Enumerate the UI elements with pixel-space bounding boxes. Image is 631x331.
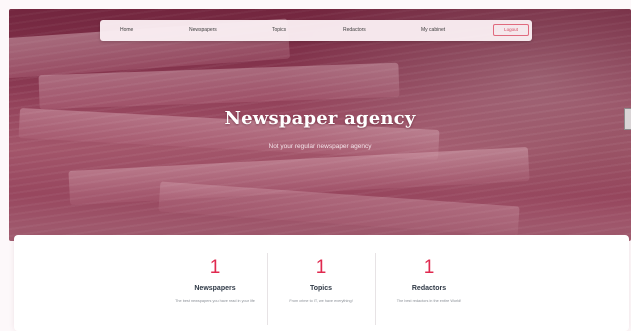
stat-redactors: 1 Redactors The best redactors in the en… (377, 235, 481, 331)
nav-link-newspapers[interactable]: Newspapers (189, 27, 217, 33)
side-scroll-tab[interactable] (624, 108, 631, 130)
hero-subtitle: Not your regular newspaper agency (268, 143, 372, 150)
stat-count: 1 (423, 257, 435, 278)
nav-link-my-cabinet[interactable]: My cabinet (421, 27, 445, 33)
stat-label: Newspapers (194, 285, 236, 292)
stat-newspapers: 1 Newspapers The best newspapers you hav… (164, 235, 266, 331)
nav-link-topics[interactable]: Topics (272, 27, 286, 33)
stat-divider (375, 253, 376, 325)
hero-title: Newspaper agency (224, 108, 416, 129)
page: Newspaper agency Not your regular newspa… (0, 0, 631, 331)
stat-topics: 1 Topics From crime to IT, we have every… (270, 235, 372, 331)
hero-banner: Newspaper agency Not your regular newspa… (9, 9, 631, 241)
nav-link-home[interactable]: Home (120, 27, 133, 33)
stat-count: 1 (315, 257, 327, 278)
stat-description: The best redactors in the entire World! (396, 299, 462, 303)
stat-label: Redactors (411, 285, 447, 292)
logout-button[interactable]: Logout (493, 24, 529, 36)
stat-count: 1 (209, 257, 221, 278)
stat-description: From crime to IT, we have everything! (289, 299, 353, 303)
stat-divider (267, 253, 268, 325)
stat-label: Topics (309, 285, 333, 292)
navbar: Home Newspapers Topics Redactors My cabi… (100, 20, 532, 41)
stats-panel: 1 Newspapers The best newspapers you hav… (14, 235, 629, 331)
nav-link-redactors[interactable]: Redactors (343, 27, 366, 33)
stat-description: The best newspapers you have read in you… (175, 299, 255, 303)
